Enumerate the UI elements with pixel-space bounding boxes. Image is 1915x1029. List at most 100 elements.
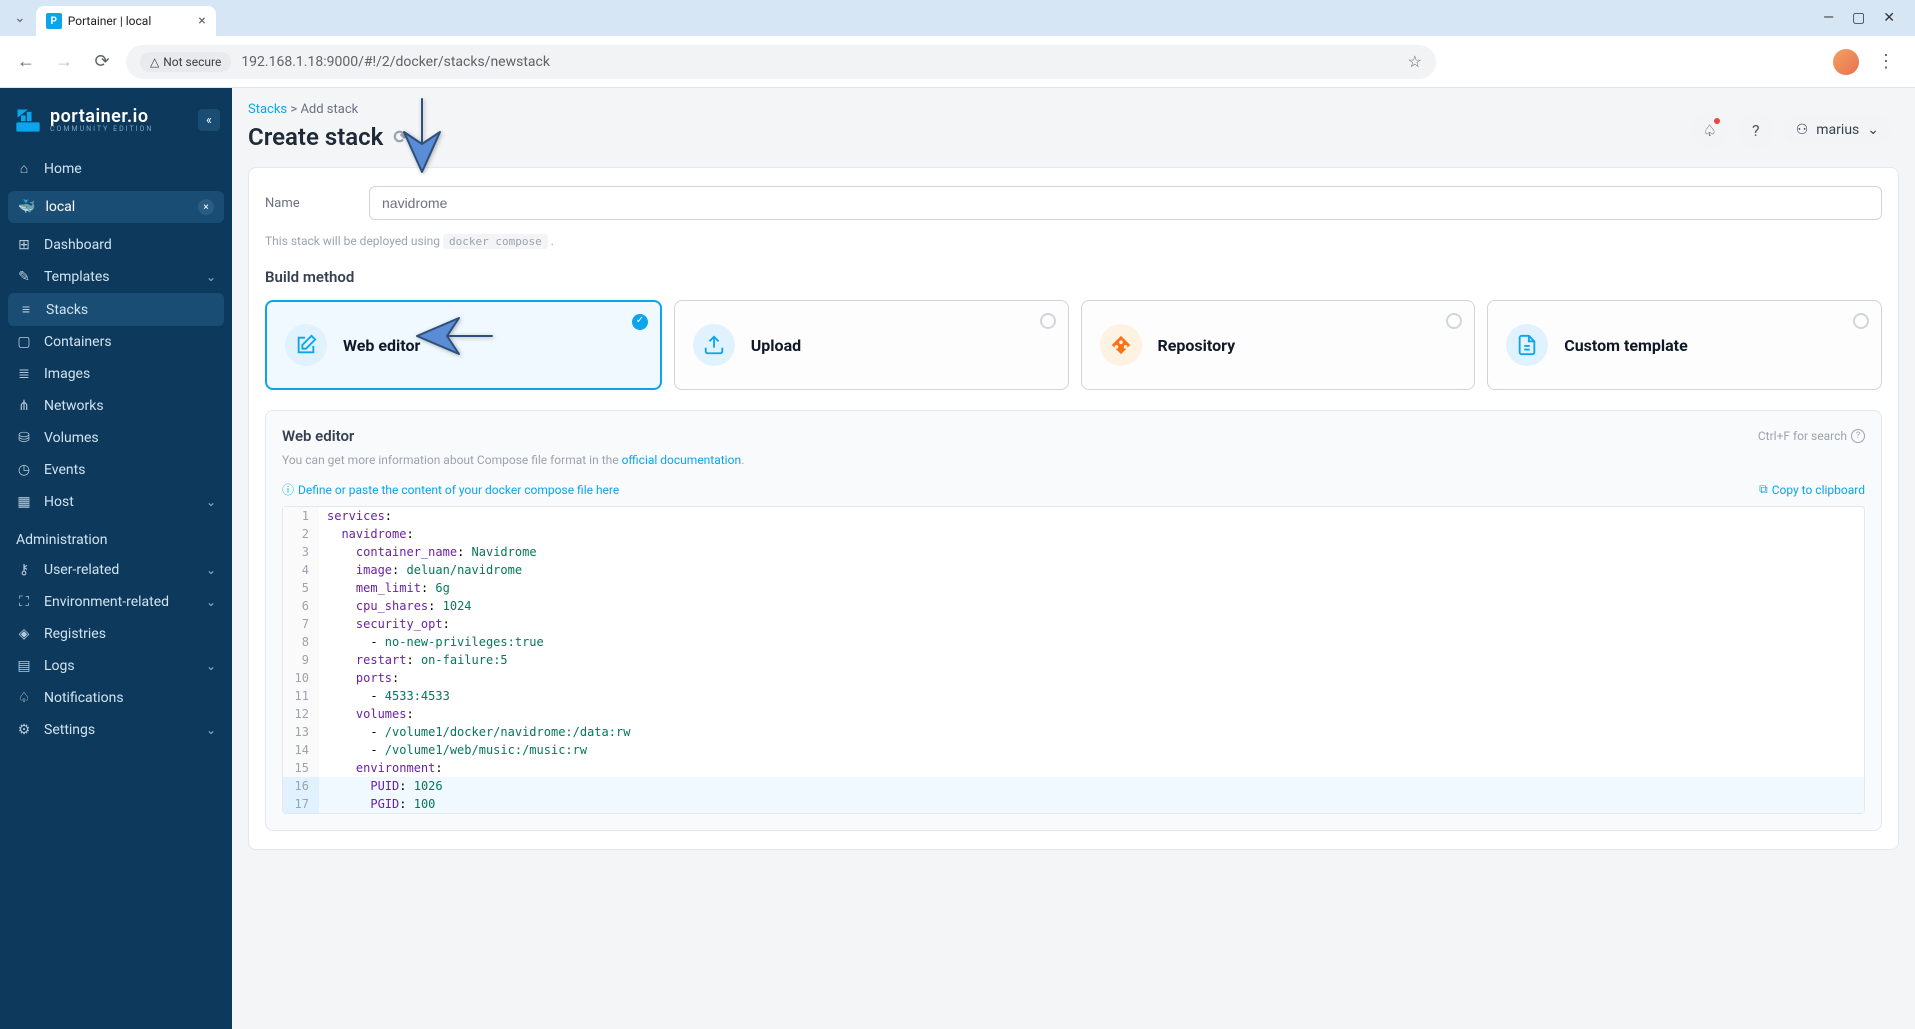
sidebar-item-label: Environment-related — [44, 594, 169, 610]
bookmark-star-icon[interactable]: ☆ — [1408, 52, 1422, 71]
close-icon[interactable]: × — [198, 13, 205, 29]
code-line: 8 - no-new-privileges:true — [283, 633, 1864, 651]
line-text: restart: on-failure:5 — [319, 651, 1864, 669]
sidebar-item-templates[interactable]: ✎Templates⌄ — [0, 261, 232, 293]
line-number: 1 — [283, 507, 319, 525]
tab-list-arrow-icon[interactable]: ⌄ — [8, 10, 32, 26]
reload-button[interactable]: ⟳ — [88, 51, 116, 72]
compose-editor[interactable]: 1services:2 navidrome:3 container_name: … — [282, 506, 1865, 814]
code-line: 3 container_name: Navidrome — [283, 543, 1864, 561]
maximize-icon[interactable]: ▢ — [1852, 10, 1865, 26]
sidebar-item-notifications[interactable]: ♤Notifications — [0, 682, 232, 714]
sidebar-item-images[interactable]: ≣Images — [0, 358, 232, 390]
sidebar-item-user-related[interactable]: ⚷User-related⌄ — [0, 554, 232, 586]
sidebar-item-label: Networks — [44, 398, 104, 414]
sidebar-item-stacks[interactable]: ≡Stacks — [8, 293, 224, 326]
security-chip[interactable]: △ Not secure — [140, 52, 231, 72]
tile-label: Web editor — [343, 336, 420, 355]
nav-icon: ▤ — [16, 658, 32, 674]
sidebar-item-events[interactable]: ◷Events — [0, 454, 232, 486]
close-window-icon[interactable]: ✕ — [1883, 10, 1895, 26]
radio-indicator — [1040, 313, 1056, 329]
stack-name-input[interactable] — [369, 186, 1882, 220]
nav-icon: ⚷ — [16, 562, 32, 578]
line-number: 12 — [283, 705, 319, 723]
breadcrumb-stacks[interactable]: Stacks — [248, 102, 287, 117]
sidebar-item-label: Host — [44, 494, 74, 510]
web-editor-section: Web editor Ctrl+F for search ? You can g… — [265, 410, 1882, 831]
docs-link[interactable]: official documentation — [622, 453, 742, 467]
nav-icon: ⚙ — [16, 722, 32, 738]
window-controls: — ▢ ✕ — [1823, 10, 1907, 26]
line-number: 14 — [283, 741, 319, 759]
refresh-icon[interactable]: ⟳ — [393, 127, 408, 148]
sidebar-header: portainer.io COMMUNITY EDITION « — [0, 88, 232, 152]
sidebar-item-label: Home — [44, 161, 82, 177]
sidebar-item-containers[interactable]: ▢Containers — [0, 326, 232, 358]
sidebar-item-host[interactable]: ▦Host⌄ — [0, 486, 232, 518]
tile-web-editor[interactable]: Web editor — [265, 300, 662, 390]
code-line: 1services: — [283, 507, 1864, 525]
sidebar-item-environment-related[interactable]: ⛶Environment-related⌄ — [0, 586, 232, 618]
user-menu[interactable]: ⚇ marius ⌄ — [1784, 116, 1891, 144]
create-stack-card: Name This stack will be deployed using d… — [248, 167, 1899, 850]
browser-tab[interactable]: P Portainer | local × — [36, 6, 216, 36]
sidebar-item-volumes[interactable]: ⛁Volumes — [0, 422, 232, 454]
sidebar-item-networks[interactable]: ⋔Networks — [0, 390, 232, 422]
line-number: 4 — [283, 561, 319, 579]
build-method-label: Build method — [265, 268, 1882, 286]
notification-dot-icon — [1714, 118, 1720, 124]
browser-chrome: ⌄ P Portainer | local × — ▢ ✕ ← → ⟳ △ No… — [0, 0, 1915, 88]
help-icon[interactable]: ? — [1851, 429, 1865, 443]
warning-icon: △ — [150, 55, 159, 69]
line-text: navidrome: — [319, 525, 1864, 543]
help-button[interactable]: ? — [1738, 112, 1774, 148]
line-number: 13 — [283, 723, 319, 741]
info-icon: ⓘ — [282, 481, 294, 498]
copy-button[interactable]: ⧉ Copy to clipboard — [1759, 482, 1865, 497]
edit-icon — [285, 324, 327, 366]
sidebar-item-settings[interactable]: ⚙Settings⌄ — [0, 714, 232, 746]
line-number: 6 — [283, 597, 319, 615]
line-text: security_opt: — [319, 615, 1864, 633]
line-number: 16 — [283, 777, 319, 795]
sidebar-item-registries[interactable]: ◈Registries — [0, 618, 232, 650]
deploy-hint: This stack will be deployed using docker… — [265, 234, 1882, 248]
nav-icon: ▦ — [16, 494, 32, 510]
sidebar-item-logs[interactable]: ▤Logs⌄ — [0, 650, 232, 682]
sidebar-item-dashboard[interactable]: ⊞Dashboard — [0, 229, 232, 261]
nav-icon: ⊞ — [16, 237, 32, 253]
browser-menu-icon[interactable]: ⋮ — [1869, 51, 1903, 72]
template-icon — [1506, 324, 1548, 366]
sidebar-item-home[interactable]: ⌂ Home — [0, 152, 232, 185]
tile-upload[interactable]: Upload — [674, 300, 1069, 390]
sidebar-env-item[interactable]: 🐳 local × — [8, 191, 224, 223]
sidebar-collapse-button[interactable]: « — [198, 109, 220, 131]
code-line: 12 volumes: — [283, 705, 1864, 723]
code-line: 10 ports: — [283, 669, 1864, 687]
copy-icon: ⧉ — [1759, 482, 1768, 497]
build-method-tiles: Web editor Upload Reposi — [265, 300, 1882, 390]
address-bar-row: ← → ⟳ △ Not secure 192.168.1.18:9000/#!/… — [0, 36, 1915, 88]
notifications-button[interactable]: ♤ — [1692, 112, 1728, 148]
code-line: 16 PUID: 1026 — [283, 777, 1864, 795]
header-actions: ♤ ? ⚇ marius ⌄ — [1692, 112, 1891, 148]
code-line: 6 cpu_shares: 1024 — [283, 597, 1864, 615]
profile-avatar[interactable] — [1833, 49, 1859, 75]
minimize-icon[interactable]: — — [1823, 10, 1834, 26]
back-button[interactable]: ← — [12, 51, 40, 72]
chevron-down-icon: ⌄ — [206, 595, 216, 609]
tile-label: Repository — [1158, 336, 1236, 355]
line-number: 11 — [283, 687, 319, 705]
sidebar-item-label: Settings — [44, 722, 95, 738]
env-close-icon[interactable]: × — [198, 199, 214, 215]
user-name: marius — [1816, 122, 1859, 138]
sidebar-item-label: Images — [44, 366, 90, 382]
code-line: 11 - 4533:4533 — [283, 687, 1864, 705]
code-line: 14 - /volume1/web/music:/music:rw — [283, 741, 1864, 759]
logo[interactable]: portainer.io COMMUNITY EDITION — [14, 106, 153, 134]
tile-custom-template[interactable]: Custom template — [1487, 300, 1882, 390]
url-bar[interactable]: △ Not secure 192.168.1.18:9000/#!/2/dock… — [126, 45, 1436, 79]
tile-repository[interactable]: Repository — [1081, 300, 1476, 390]
chevron-down-icon: ⌄ — [206, 563, 216, 577]
